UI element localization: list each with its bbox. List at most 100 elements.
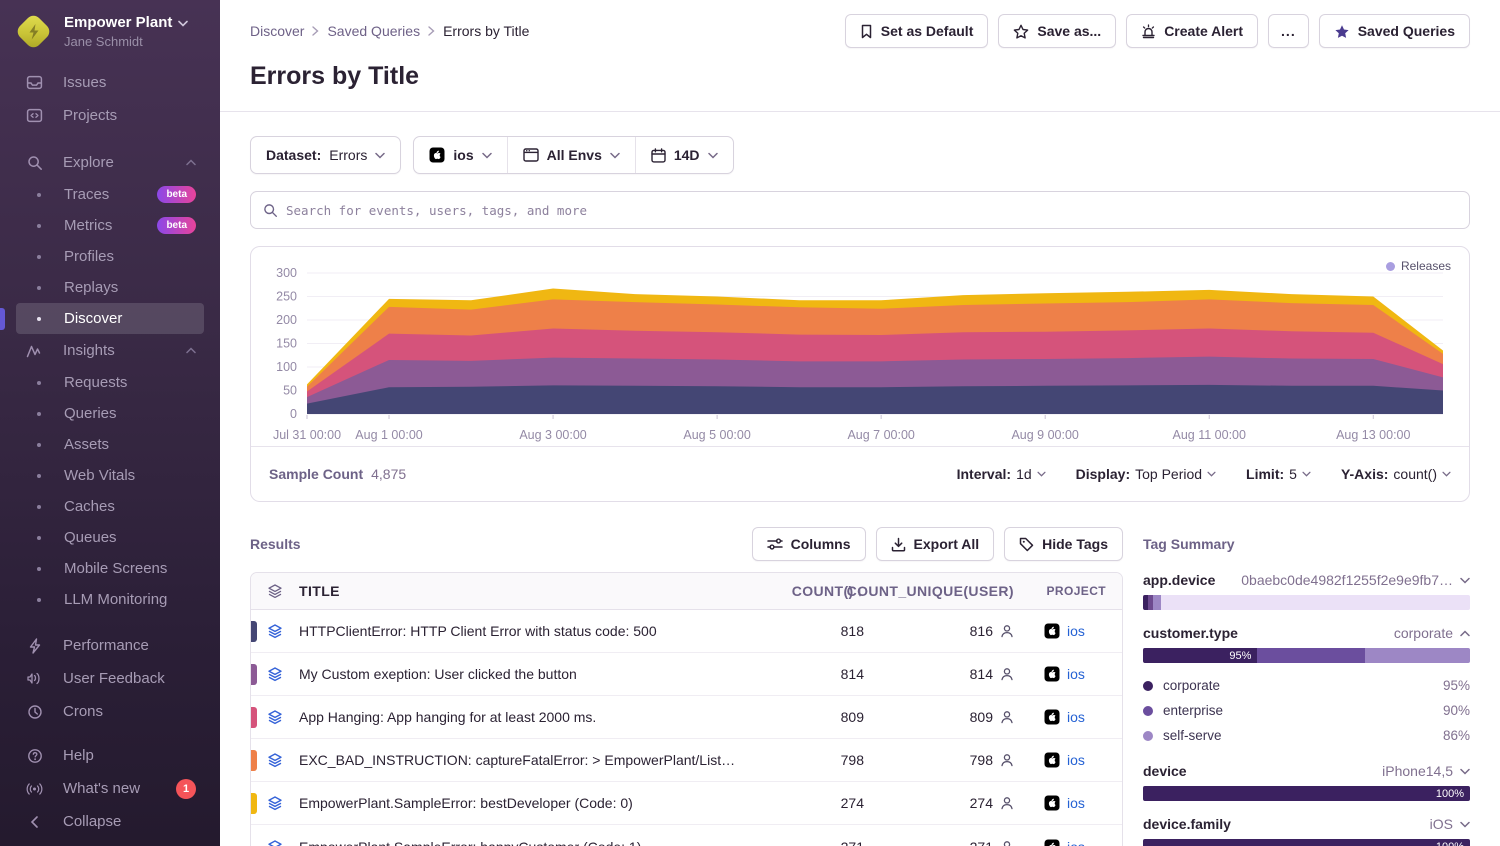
tag-value-toggle[interactable]: iOS <box>1430 816 1470 832</box>
chart-legend[interactable]: Releases <box>1386 259 1451 273</box>
sidebar-item-help[interactable]: Help <box>16 739 204 772</box>
sidebar-item-label: Performance <box>63 637 149 654</box>
sidebar-section-insights[interactable]: Insights <box>16 334 204 367</box>
sidebar-item-crons[interactable]: Crons <box>16 695 204 728</box>
sidebar-item-metrics[interactable]: Metrics beta <box>16 210 204 241</box>
interval-selector[interactable]: Interval: 1d <box>957 466 1046 482</box>
breadcrumb-discover[interactable]: Discover <box>250 23 304 39</box>
table-row[interactable]: EmpowerPlant.SampleError: bestDeveloper … <box>251 782 1122 825</box>
stack-icon[interactable] <box>251 839 299 846</box>
sidebar-item-assets[interactable]: Assets <box>16 429 204 460</box>
sidebar-item-traces[interactable]: Traces beta <box>16 179 204 210</box>
tag-distribution-bar[interactable]: 100% <box>1143 839 1470 846</box>
stack-icon[interactable] <box>251 709 299 725</box>
chevron-down-icon <box>610 152 620 159</box>
chevron-down-icon <box>482 152 492 159</box>
control-label: Limit: <box>1246 466 1284 482</box>
y-axis-selector[interactable]: Y-Axis: count() <box>1341 466 1451 482</box>
column-header-count-unique[interactable]: COUNT_UNIQUE(USER) <box>864 583 1014 599</box>
export-all-button[interactable]: Export All <box>876 527 995 561</box>
tag-distribution-bar[interactable]: 100% <box>1143 786 1470 801</box>
tag-legend-item[interactable]: enterprise 90% <box>1143 698 1470 723</box>
sidebar-item-caches[interactable]: Caches <box>16 491 204 522</box>
control-value: Top Period <box>1135 466 1202 482</box>
svg-text:300: 300 <box>276 266 297 280</box>
table-row[interactable]: EmpowerPlant.SampleError: happyCustomer … <box>251 825 1122 846</box>
hide-tags-button[interactable]: Hide Tags <box>1004 527 1123 561</box>
sidebar-item-mobile-screens[interactable]: Mobile Screens <box>16 553 204 584</box>
row-count: 818 <box>774 623 864 639</box>
table-row[interactable]: EXC_BAD_INSTRUCTION: captureFatalError: … <box>251 739 1122 782</box>
save-as-button[interactable]: Save as... <box>998 14 1116 48</box>
sidebar-item-discover[interactable]: Discover <box>16 303 204 334</box>
sidebar-item-label: Collapse <box>63 813 121 830</box>
row-title: EmpowerPlant.SampleError: bestDeveloper … <box>299 795 774 811</box>
sidebar-item-label: Metrics <box>64 217 112 234</box>
tag-value-toggle[interactable]: 0baebc0de4982f1255f2e9e9fb7… <box>1241 572 1470 588</box>
sidebar-item-performance[interactable]: Performance <box>16 629 204 662</box>
stack-icon[interactable] <box>251 623 299 639</box>
sidebar-item-replays[interactable]: Replays <box>16 272 204 303</box>
saved-queries-button[interactable]: Saved Queries <box>1319 14 1470 48</box>
breadcrumb-saved-queries[interactable]: Saved Queries <box>327 23 420 39</box>
project-link[interactable]: ios <box>1067 839 1085 846</box>
bullet-icon <box>37 381 41 385</box>
columns-button[interactable]: Columns <box>752 527 866 561</box>
sidebar-item-queries[interactable]: Queries <box>16 398 204 429</box>
stack-icon[interactable] <box>251 752 299 768</box>
sidebar-item-queues[interactable]: Queues <box>16 522 204 553</box>
search-input[interactable] <box>286 192 1457 228</box>
star-filled-icon <box>1334 24 1350 39</box>
project-link[interactable]: ios <box>1067 795 1085 811</box>
project-link[interactable]: ios <box>1067 623 1085 639</box>
dataset-selector[interactable]: Dataset: Errors <box>250 136 401 174</box>
limit-selector[interactable]: Limit: 5 <box>1246 466 1311 482</box>
column-header-project[interactable]: PROJECT <box>1014 584 1122 598</box>
tag-value-toggle[interactable]: iPhone14,5 <box>1382 763 1470 779</box>
tag-distribution-bar[interactable] <box>1143 595 1470 610</box>
date-range-filter[interactable]: 14D <box>635 137 733 173</box>
display-selector[interactable]: Display: Top Period <box>1076 466 1216 482</box>
table-row[interactable]: App Hanging: App hanging for at least 20… <box>251 696 1122 739</box>
tag-block-device-family: device.family iOS 100% <box>1143 816 1470 846</box>
tag-legend-item[interactable]: self-serve 86% <box>1143 723 1470 748</box>
tag-name: customer.type <box>1143 625 1238 641</box>
project-link[interactable]: ios <box>1067 709 1085 725</box>
project-link[interactable]: ios <box>1067 752 1085 768</box>
user-icon <box>1000 667 1014 681</box>
create-alert-button[interactable]: Create Alert <box>1126 14 1258 48</box>
project-link[interactable]: ios <box>1067 666 1085 682</box>
org-switcher[interactable]: Empower Plant Jane Schmidt <box>0 0 220 66</box>
column-header-title[interactable]: TITLE <box>299 583 774 599</box>
project-filter[interactable]: ios <box>414 137 506 173</box>
broadcast-icon <box>26 782 43 796</box>
sidebar-item-requests[interactable]: Requests <box>16 367 204 398</box>
tag-summary-heading: Tag Summary <box>1143 536 1235 552</box>
sidebar-item-label: Web Vitals <box>64 467 135 484</box>
sidebar-item-issues[interactable]: Issues <box>16 66 204 99</box>
sidebar-item-whats-new[interactable]: What's new 1 <box>16 772 204 805</box>
chevron-down-icon <box>1037 471 1046 477</box>
sidebar-item-user-feedback[interactable]: User Feedback <box>16 662 204 695</box>
page-title: Errors by Title <box>250 48 1470 111</box>
more-options-button[interactable]: ... <box>1268 14 1309 48</box>
sidebar-item-web-vitals[interactable]: Web Vitals <box>16 460 204 491</box>
sidebar-item-projects[interactable]: Projects <box>16 99 204 132</box>
table-row[interactable]: My Custom exeption: User clicked the but… <box>251 653 1122 696</box>
tag-distribution-bar[interactable]: 95% <box>1143 648 1470 663</box>
sidebar-collapse-button[interactable]: Collapse <box>16 805 204 838</box>
tag-legend-item[interactable]: corporate 95% <box>1143 673 1470 698</box>
control-value: 1d <box>1016 466 1032 482</box>
table-row[interactable]: HTTPClientError: HTTP Client Error with … <box>251 610 1122 653</box>
sidebar-section-explore[interactable]: Explore <box>16 146 204 179</box>
sidebar-item-profiles[interactable]: Profiles <box>16 241 204 272</box>
sidebar-item-label: Crons <box>63 703 103 720</box>
stack-icon[interactable] <box>251 795 299 811</box>
sidebar-item-llm-monitoring[interactable]: LLM Monitoring <box>16 584 204 615</box>
legend-dot <box>1143 706 1153 716</box>
events-chart: 050100150200250300Jul 31 00:00Aug 1 00:0… <box>251 247 1469 446</box>
stack-icon[interactable] <box>251 666 299 682</box>
environment-filter[interactable]: All Envs <box>507 137 635 173</box>
tag-value-toggle[interactable]: corporate <box>1394 625 1470 641</box>
set-as-default-button[interactable]: Set as Default <box>845 14 989 48</box>
